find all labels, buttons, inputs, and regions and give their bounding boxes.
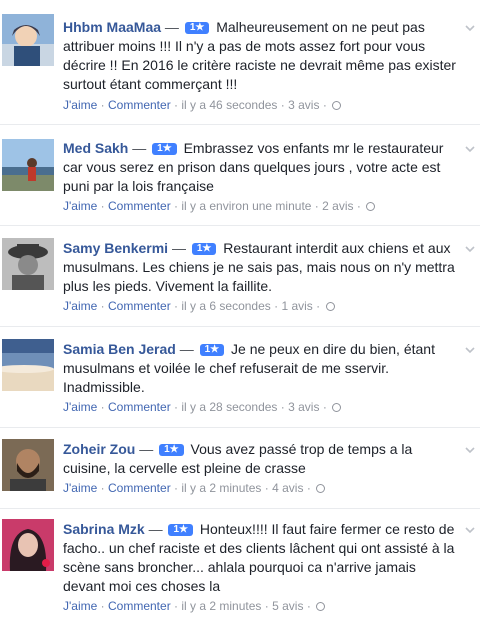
chevron-down-icon[interactable] — [464, 143, 476, 155]
chevron-down-icon[interactable] — [464, 243, 476, 255]
avatar[interactable] — [2, 519, 54, 571]
timestamp[interactable]: il y a 46 secondes — [181, 98, 277, 112]
comment-link[interactable]: Commenter — [108, 599, 171, 613]
review-item: Zoheir Zou — 1★ Vous avez passé trop de … — [0, 428, 480, 509]
reviewer-name[interactable]: Zoheir Zou — [63, 441, 135, 457]
rating-badge: 1★ — [184, 22, 210, 34]
globe-icon — [316, 484, 326, 493]
comment-link[interactable]: Commenter — [108, 299, 171, 313]
chevron-down-icon[interactable] — [464, 444, 476, 456]
meta-dot: · — [314, 199, 319, 213]
like-link[interactable]: J'aime — [63, 481, 97, 495]
meta-dot: · — [280, 400, 285, 414]
reviewer-name[interactable]: Samy Benkermi — [63, 240, 168, 256]
rating-badge: 1★ — [168, 524, 194, 536]
meta-dot: · — [174, 98, 179, 112]
review-count[interactable]: 5 avis — [272, 599, 303, 613]
meta-dot: · — [274, 299, 279, 313]
review-item: Sabrina Mzk — 1★ Honteux!!!! Il faut fai… — [0, 509, 480, 629]
timestamp[interactable]: il y a environ une minute — [181, 199, 311, 213]
meta-dot: · — [100, 199, 105, 213]
review-item: Med Sakh — 1★ Embrassez vos enfants mr l… — [0, 125, 480, 226]
like-link[interactable]: J'aime — [63, 299, 97, 313]
review-count[interactable]: 1 avis — [281, 299, 312, 313]
reviewer-name[interactable]: Med Sakh — [63, 140, 128, 156]
chevron-down-icon[interactable] — [464, 524, 476, 536]
timestamp[interactable]: il y a 28 secondes — [181, 400, 277, 414]
rating-badge: 1★ — [152, 143, 177, 155]
comment-link[interactable]: Commenter — [108, 400, 171, 414]
review-item: Samy Benkermi — 1★ Restaurant interdit a… — [0, 226, 480, 327]
meta-dot: · — [316, 299, 321, 313]
review-meta: J'aime · Commenter · il y a 28 secondes … — [63, 399, 342, 415]
avatar[interactable] — [2, 139, 54, 191]
avatar[interactable] — [2, 238, 54, 290]
like-link[interactable]: J'aime — [63, 199, 97, 213]
meta-dot: · — [306, 599, 311, 613]
globe-icon — [325, 302, 335, 311]
timestamp[interactable]: il y a 2 minutes — [181, 481, 261, 495]
review-meta: J'aime · Commenter · il y a 2 minutes · … — [63, 480, 326, 496]
rating-badge: 1★ — [159, 444, 184, 456]
chevron-down-icon[interactable] — [464, 344, 476, 356]
meta-dot: · — [264, 481, 269, 495]
timestamp[interactable]: il y a 2 minutes — [181, 599, 261, 613]
chevron-down-icon[interactable] — [464, 22, 476, 34]
reviewer-name[interactable]: Samia Ben Jerad — [63, 341, 176, 357]
meta-dot: · — [280, 98, 285, 112]
review-item: Hhbm MaaMaa — 1★ Malheureusement on ne p… — [0, 0, 480, 125]
meta-dot: · — [100, 98, 105, 112]
meta-dot: · — [322, 98, 327, 112]
reviewer-name[interactable]: Sabrina Mzk — [63, 521, 145, 537]
separator-dash: — — [148, 521, 163, 537]
comment-link[interactable]: Commenter — [108, 199, 171, 213]
globe-icon — [366, 202, 376, 211]
meta-dot: · — [174, 199, 179, 213]
globe-icon — [332, 101, 342, 110]
meta-dot: · — [306, 481, 311, 495]
meta-dot: · — [174, 599, 179, 613]
meta-dot: · — [174, 481, 179, 495]
meta-dot: · — [100, 599, 105, 613]
separator-dash: — — [164, 19, 179, 35]
meta-dot: · — [100, 481, 105, 495]
separator-dash: — — [132, 140, 147, 156]
meta-dot: · — [174, 299, 179, 313]
rating-badge: 1★ — [199, 344, 225, 356]
meta-dot: · — [100, 299, 105, 313]
separator-dash: — — [179, 341, 194, 357]
separator-dash: — — [139, 441, 154, 457]
comment-link[interactable]: Commenter — [108, 98, 171, 112]
globe-icon — [316, 602, 326, 611]
like-link[interactable]: J'aime — [63, 599, 97, 613]
review-meta: J'aime · Commenter · il y a 46 secondes … — [63, 97, 342, 113]
meta-dot: · — [100, 400, 105, 414]
review-meta: J'aime · Commenter · il y a environ une … — [63, 198, 376, 214]
avatar[interactable] — [2, 439, 54, 491]
like-link[interactable]: J'aime — [63, 98, 97, 112]
review-meta: J'aime · Commenter · il y a 6 secondes ·… — [63, 298, 335, 314]
reviewer-name[interactable]: Hhbm MaaMaa — [63, 19, 161, 35]
meta-dot: · — [174, 400, 179, 414]
avatar[interactable] — [2, 14, 54, 66]
separator-dash: — — [171, 240, 186, 256]
avatar[interactable] — [2, 339, 54, 391]
comment-link[interactable]: Commenter — [108, 481, 171, 495]
timestamp[interactable]: il y a 6 secondes — [181, 299, 270, 313]
review-item: Samia Ben Jerad — 1★ Je ne peux en dire … — [0, 327, 480, 428]
meta-dot: · — [356, 199, 361, 213]
meta-dot: · — [322, 400, 327, 414]
review-count[interactable]: 4 avis — [272, 481, 303, 495]
review-count[interactable]: 3 avis — [288, 400, 319, 414]
meta-dot: · — [264, 599, 269, 613]
review-count[interactable]: 2 avis — [322, 199, 353, 213]
like-link[interactable]: J'aime — [63, 400, 97, 414]
globe-icon — [332, 403, 342, 412]
rating-badge: 1★ — [191, 243, 217, 255]
review-meta: J'aime · Commenter · il y a 2 minutes · … — [63, 598, 326, 614]
review-count[interactable]: 3 avis — [288, 98, 319, 112]
